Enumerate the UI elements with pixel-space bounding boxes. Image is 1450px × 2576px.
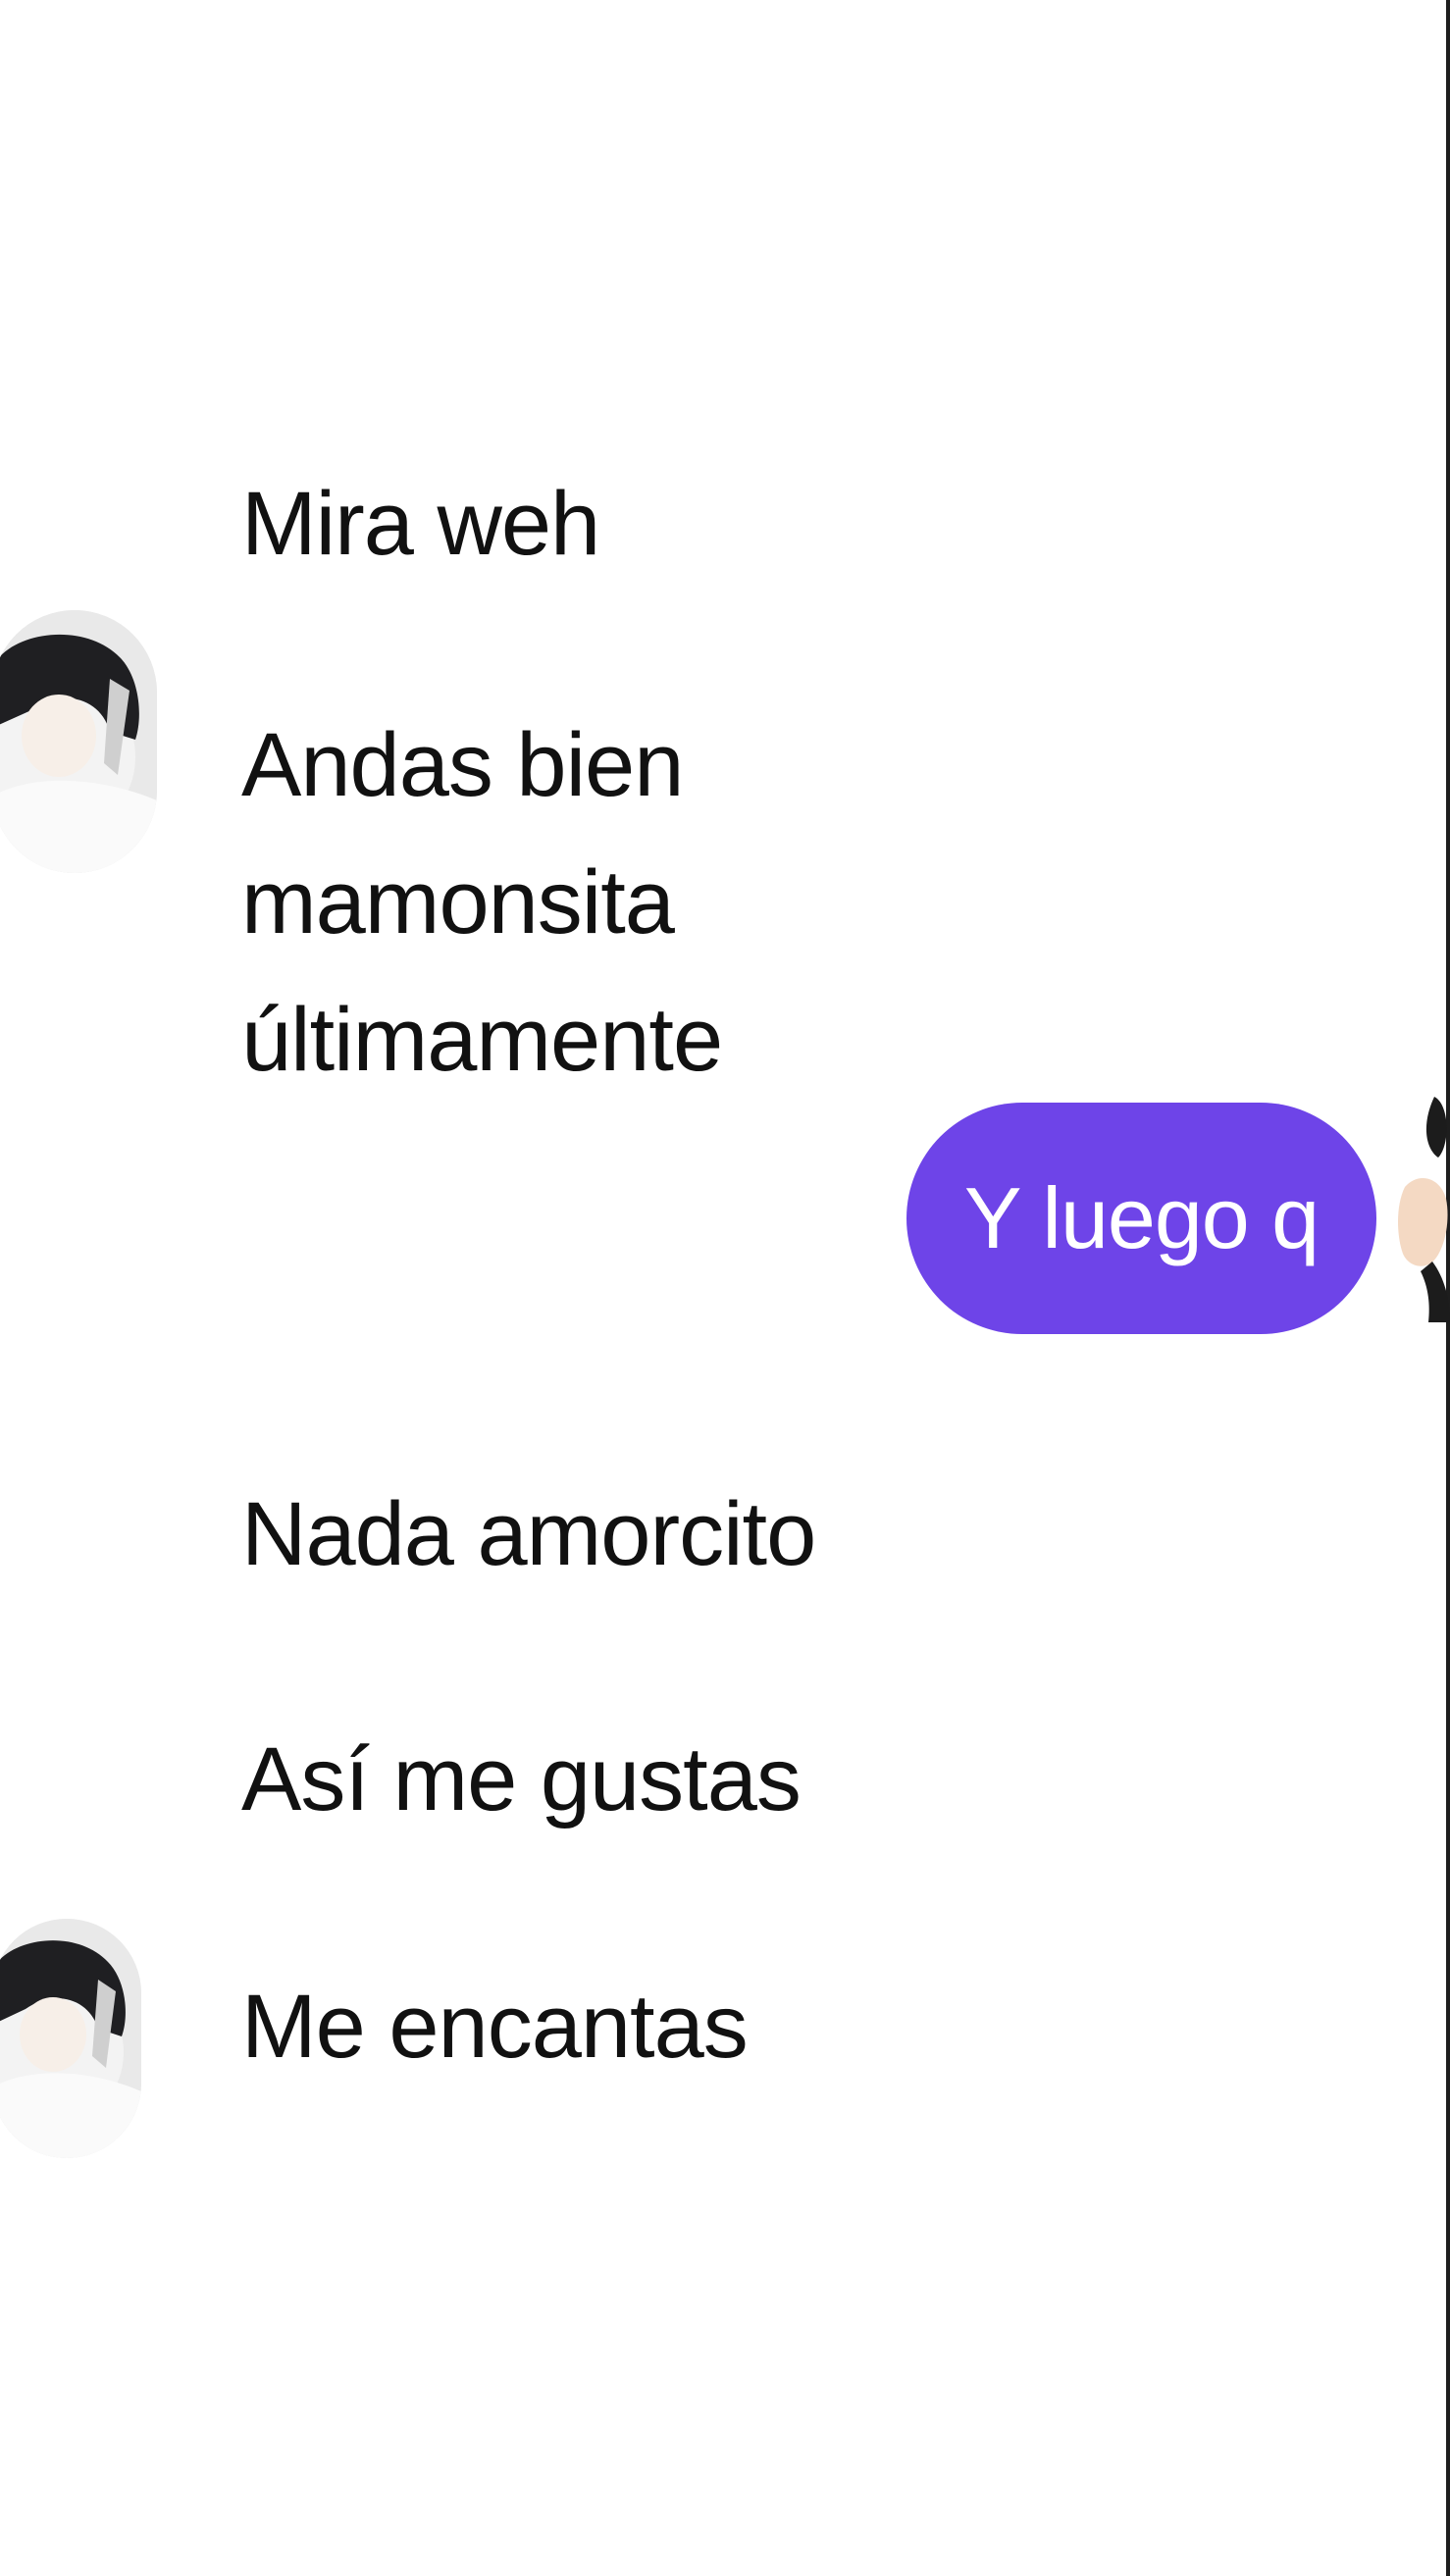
incoming-message-nada-amorcito[interactable]: Nada amorcito — [241, 1466, 816, 1603]
profile-photo-avatar-icon — [0, 1919, 141, 2158]
incoming-message-me-encantas[interactable]: Me encantas — [241, 1958, 749, 2095]
incoming-message-andas-bien[interactable]: Andas bien mamonsita últimamente — [241, 696, 1124, 1108]
incoming-message-mira-weh[interactable]: Mira weh — [241, 455, 600, 592]
outgoing-message-bubble[interactable]: Y luego q — [906, 1103, 1376, 1334]
wave-hand-icon[interactable] — [1393, 1097, 1450, 1322]
contact-avatar[interactable] — [0, 1919, 141, 2158]
outgoing-message-text: Y luego q — [963, 1169, 1320, 1266]
incoming-message-asi-me-gustas[interactable]: Así me gustas — [241, 1711, 802, 1848]
contact-avatar[interactable] — [0, 610, 157, 873]
profile-photo-avatar-icon — [0, 610, 157, 873]
chat-thread: Mira weh Andas bien mamonsita últimament… — [0, 0, 1450, 2576]
